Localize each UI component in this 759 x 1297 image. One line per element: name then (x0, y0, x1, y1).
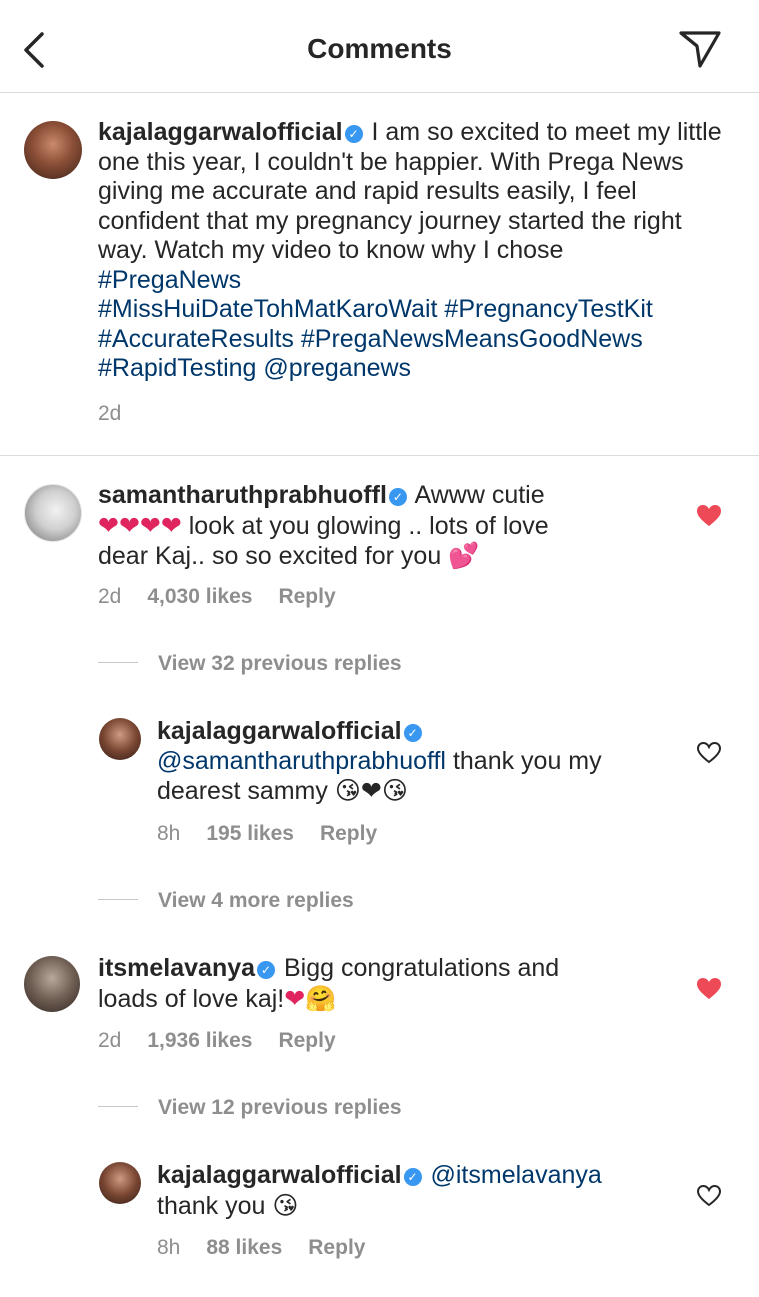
avatar[interactable] (99, 1162, 141, 1204)
reply-time: 8h (157, 822, 181, 845)
comment-meta: 2d 1,936 likes Reply (98, 1029, 362, 1053)
caption-text: kajalaggarwalofficial ✓ I am so excited t… (98, 118, 738, 384)
heart-outline-icon[interactable] (696, 741, 722, 765)
mention-link[interactable]: @samantharuthprabhuoffl (157, 747, 446, 775)
reply-button[interactable]: Reply (278, 585, 335, 608)
hearts-emoji: ❤❤❤❤ (98, 510, 182, 540)
divider-line (98, 899, 138, 900)
hashtag-link[interactable]: #RapidTesting @preganews (98, 354, 411, 382)
divider-line (98, 1106, 138, 1107)
hashtag-link[interactable]: #PregaNews (98, 266, 241, 294)
caption-time: 2d (98, 402, 122, 425)
verified-badge-icon: ✓ (388, 488, 407, 506)
likes-count[interactable]: 195 likes (206, 822, 294, 845)
avatar[interactable] (24, 484, 82, 542)
view-replies-button[interactable]: View 32 previous replies (98, 652, 402, 676)
verified-badge-icon: ✓ (403, 724, 422, 742)
comment-meta: 2d 4,030 likes Reply (98, 585, 362, 609)
reply-username[interactable]: kajalaggarwalofficial (157, 1161, 402, 1189)
reply-button[interactable]: Reply (320, 822, 377, 845)
reply-text: kajalaggarwalofficial ✓ @samantharuthprab… (157, 717, 677, 807)
verified-badge-icon: ✓ (403, 1168, 422, 1186)
reply-meta: 8h 195 likes Reply (157, 822, 403, 846)
emoji: 😘 (272, 1190, 299, 1220)
avatar[interactable] (24, 956, 80, 1012)
reply-username[interactable]: kajalaggarwalofficial (157, 717, 402, 745)
comment-username[interactable]: samantharuthprabhuoffl (98, 481, 387, 509)
comment-body: look at you glowing .. lots of love (188, 511, 549, 540)
comment-body: dear Kaj.. so so excited for you (98, 542, 442, 570)
comment-text: samantharuthprabhuoffl ✓ Awww cutie ❤❤❤❤ … (98, 481, 678, 572)
comment-text: itsmelavanya ✓ Bigg congratulations and l… (98, 954, 678, 1014)
divider-line (98, 662, 138, 663)
hashtag-link[interactable]: #AccurateResults #PregaNewsMeansGoodNews (98, 325, 643, 353)
comment-time: 2d (98, 585, 122, 608)
reply-button[interactable]: Reply (308, 1236, 365, 1259)
reply-button[interactable]: Reply (278, 1029, 335, 1052)
hashtag-link[interactable]: #MissHuiDateTohMatKaroWait #PregnancyTes… (98, 295, 653, 323)
reply-body: thank you (157, 1191, 266, 1220)
verified-badge-icon: ✓ (257, 961, 276, 979)
liked-heart-icon[interactable] (696, 504, 722, 528)
emoji: 💕 (448, 541, 480, 570)
view-replies-button[interactable]: View 12 previous replies (98, 1096, 402, 1120)
top-bar: Comments (0, 0, 759, 93)
page-title: Comments (307, 33, 452, 64)
view-more-replies-button[interactable]: View 4 more replies (98, 889, 354, 913)
comment-body: loads of love kaj! (98, 984, 285, 1013)
avatar[interactable] (24, 121, 82, 179)
avatar[interactable] (99, 718, 141, 760)
divider (0, 455, 759, 456)
reply-meta: 8h 88 likes Reply (157, 1236, 391, 1260)
emoji: ❤🤗 (284, 983, 337, 1013)
heart-outline-icon[interactable] (696, 1184, 722, 1208)
reply-body: dearest sammy (157, 777, 328, 805)
send-icon[interactable] (678, 28, 722, 70)
mention-link[interactable]: @itsmelavanya (431, 1161, 602, 1189)
verified-badge-icon: ✓ (344, 125, 363, 143)
emoji: 😘❤😘 (334, 776, 408, 805)
reply-body: thank you my (452, 746, 602, 775)
likes-count[interactable]: 88 likes (206, 1236, 282, 1259)
caption-username[interactable]: kajalaggarwalofficial (98, 118, 343, 146)
comment-time: 2d (98, 1029, 122, 1052)
reply-time: 8h (157, 1236, 181, 1259)
reply-text: kajalaggarwalofficial ✓ @itsmelavanya tha… (157, 1161, 677, 1221)
comment-username[interactable]: itsmelavanya (98, 954, 255, 982)
likes-count[interactable]: 1,936 likes (147, 1029, 252, 1052)
comment-body: Bigg congratulations and (284, 954, 560, 982)
likes-count[interactable]: 4,030 likes (147, 585, 252, 608)
comment-body: Awww cutie (414, 481, 545, 509)
liked-heart-icon[interactable] (696, 977, 722, 1001)
